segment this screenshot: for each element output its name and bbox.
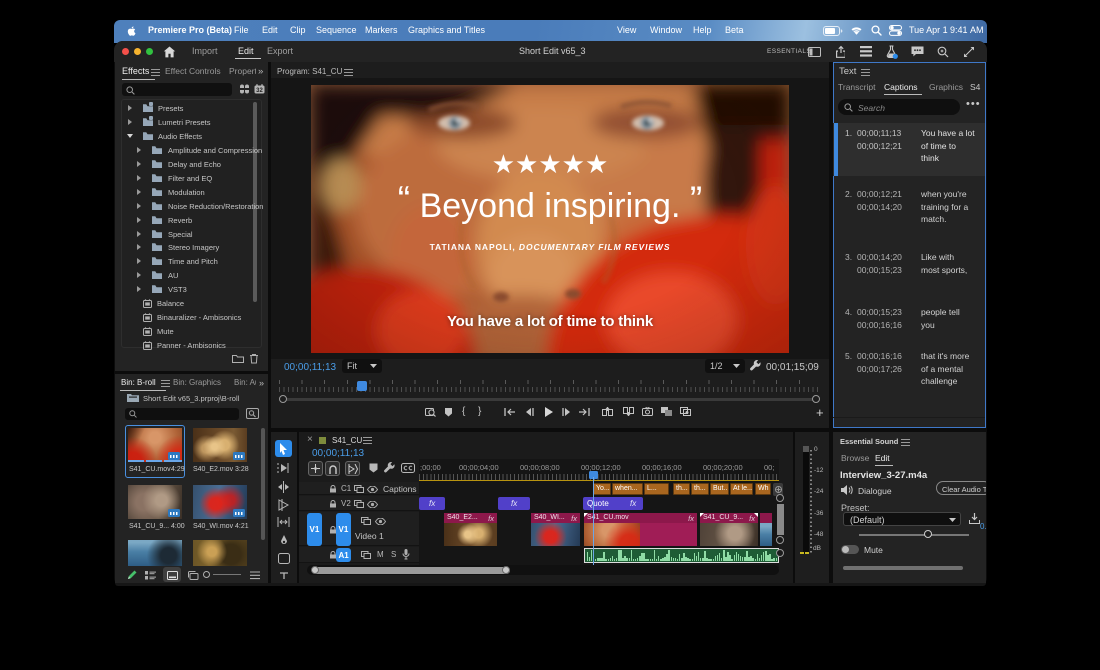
svg-text:32: 32 (256, 88, 263, 94)
